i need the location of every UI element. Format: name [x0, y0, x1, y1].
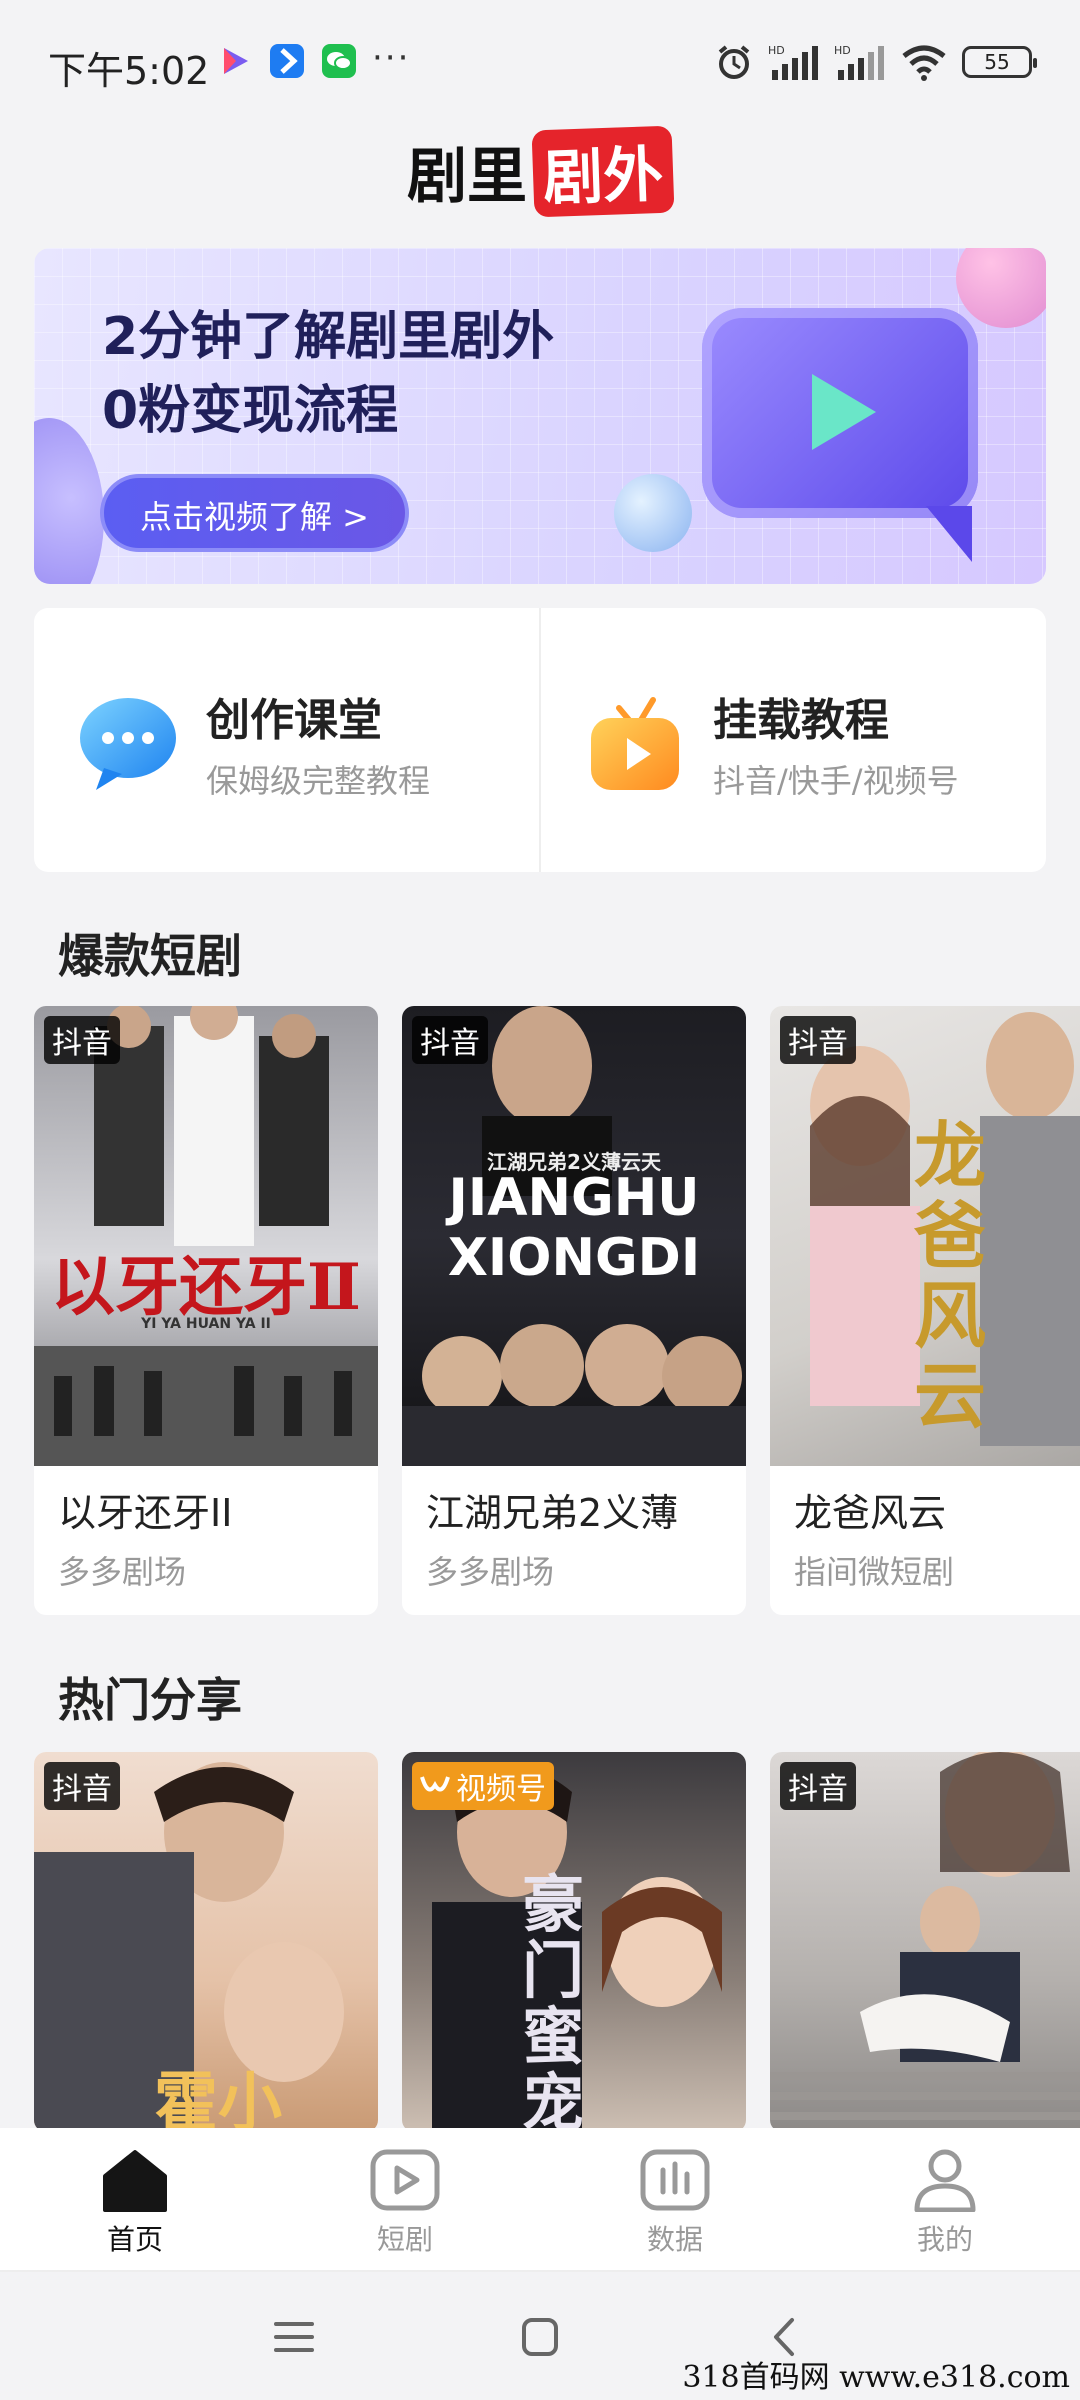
promo-banner[interactable]: 2分钟了解剧里剧外 0粉变现流程 点击视频了解 >	[34, 248, 1046, 584]
section-title-hot-shares: 热门分享	[58, 1673, 242, 1727]
watermark: 318首码网 www.e318.com	[682, 2360, 1070, 2395]
home-button-icon[interactable]	[510, 2312, 570, 2362]
maps-app-icon	[270, 44, 304, 78]
bottom-navigation: 首页 短剧 数据 我的	[0, 2128, 1080, 2272]
nav-label: 短剧	[376, 2223, 433, 2256]
nav-label: 数据	[646, 2223, 703, 2256]
status-indicators: HD HD 55	[714, 42, 1037, 82]
drama-card[interactable]: 以牙还牙Ⅱ YI YA HUAN YA II 抖音 以牙还牙II 多多剧场	[34, 1006, 378, 1615]
alarm-icon	[718, 45, 750, 79]
learn-video-button[interactable]: 点击视频了解 >	[100, 474, 409, 552]
share-poster: 霍小 抖音	[34, 1752, 378, 2132]
share-card[interactable]: 抖音	[770, 1752, 1080, 2132]
logo-part-2: 剧外	[531, 125, 675, 218]
wechat-app-icon	[322, 44, 356, 78]
menu-icon[interactable]	[264, 2312, 324, 2362]
share-poster: 豪门蜜宠 视频号	[402, 1752, 746, 2132]
share-poster: 抖音	[770, 1752, 1080, 2132]
drama-title: 龙爸风云	[794, 1491, 947, 1535]
drama-source: 多多剧场	[426, 1553, 555, 1591]
nav-home[interactable]: 首页	[0, 2128, 270, 2270]
nav-data[interactable]: 数据	[540, 2128, 810, 2270]
feature-mount-tutorial[interactable]: 挂载教程 抖音/快手/视频号	[539, 608, 1046, 872]
feature-subtitle: 保姆级完整教程	[206, 762, 431, 800]
drama-title: 江湖兄弟2义薄	[426, 1491, 679, 1535]
drama-title: 以牙还牙II	[58, 1491, 233, 1535]
poster-title: JIANGHU XIONGDI	[447, 1168, 701, 1288]
platform-tag: 抖音	[412, 1016, 488, 1064]
hot-shares-row: 霍小 抖音 豪门蜜宠 视频号 抖音	[34, 1752, 1080, 2132]
banner-title-line-1: 2分钟了解剧里剧外	[102, 307, 555, 367]
hd-label-2: HD	[834, 44, 851, 57]
poster-subtitle: YI YA HUAN YA II	[141, 1316, 271, 1332]
drama-source: 指间微短剧	[794, 1553, 955, 1591]
poster-title: 霍小	[154, 2067, 282, 2132]
poster-title: 豪门蜜宠	[522, 1868, 585, 2133]
wifi-icon	[902, 45, 946, 81]
play-icon	[370, 2149, 440, 2211]
logo-part-1: 剧里	[407, 142, 527, 212]
chat-bubble-icon	[80, 698, 176, 790]
channels-icon	[420, 1776, 450, 1792]
tv-play-icon	[591, 697, 679, 790]
status-app-icons	[218, 44, 356, 78]
more-notifications-icon: ···	[372, 38, 411, 78]
chart-icon	[640, 2149, 710, 2211]
signal-icon-1: HD	[768, 44, 818, 80]
platform-tag: 抖音	[44, 1016, 120, 1064]
poster-title: 龙爸风云	[913, 1113, 986, 1438]
platform-tag: 抖音	[44, 1762, 120, 1810]
feature-cards: 创作课堂 保姆级完整教程 挂载教程 抖音/快手/视频号	[34, 608, 1046, 872]
feature-subtitle: 抖音/快手/视频号	[713, 762, 959, 800]
video-bubble-icon	[702, 308, 978, 562]
play-triangle-icon	[812, 374, 876, 450]
home-icon	[103, 2150, 167, 2212]
status-time: 下午5:02	[48, 49, 210, 93]
banner-title-line-2: 0粉变现流程	[102, 381, 399, 441]
media-app-icon	[218, 44, 252, 78]
platform-tag: 抖音	[780, 1762, 856, 1810]
feature-title: 挂载教程	[713, 695, 889, 746]
decor-ball	[614, 474, 692, 552]
drama-card[interactable]: JIANGHU XIONGDI 江湖兄弟2义薄云天 抖音 江湖兄弟2义薄 多多剧…	[402, 1006, 746, 1615]
drama-poster: 以牙还牙Ⅱ YI YA HUAN YA II 抖音	[34, 1006, 378, 1466]
platform-tag: 视频号	[412, 1762, 554, 1810]
drama-poster: 龙爸风云 抖音	[770, 1006, 1080, 1466]
hot-dramas-row: 以牙还牙Ⅱ YI YA HUAN YA II 抖音 以牙还牙II 多多剧场 JI…	[34, 1006, 1080, 1615]
drama-source: 多多剧场	[58, 1553, 187, 1591]
status-bar: 下午5:02 ··· HD HD 55	[0, 0, 1080, 120]
drama-poster: JIANGHU XIONGDI 江湖兄弟2义薄云天 抖音	[402, 1006, 746, 1466]
nav-profile[interactable]: 我的	[810, 2128, 1080, 2270]
feature-title: 创作课堂	[206, 695, 382, 746]
poster-subtitle: 江湖兄弟2义薄云天	[487, 1150, 661, 1174]
system-navigation-bar: 318首码网 www.e318.com	[0, 2272, 1080, 2400]
battery-icon: 55	[962, 46, 1037, 78]
platform-tag: 抖音	[780, 1016, 856, 1064]
feature-creation-class[interactable]: 创作课堂 保姆级完整教程	[34, 608, 539, 872]
app-logo: 剧里 剧外	[0, 125, 1080, 218]
nav-label: 我的	[916, 2223, 973, 2256]
section-title-hot-dramas: 爆款短剧	[58, 929, 242, 983]
poster-title: 以牙还牙Ⅱ	[51, 1250, 361, 1325]
share-card[interactable]: 豪门蜜宠 视频号	[402, 1752, 746, 2132]
hd-label-1: HD	[768, 44, 785, 57]
nav-label: 首页	[106, 2223, 163, 2256]
banner-title: 2分钟了解剧里剧外 0粉变现流程	[102, 300, 662, 448]
drama-card[interactable]: 龙爸风云 抖音 龙爸风云 指间微短剧	[770, 1006, 1080, 1615]
user-icon	[914, 2149, 976, 2212]
share-card[interactable]: 霍小 抖音	[34, 1752, 378, 2132]
platform-tag-label: 视频号	[456, 1772, 546, 1807]
signal-icon-2: HD	[834, 44, 884, 80]
nav-dramas[interactable]: 短剧	[270, 2128, 540, 2270]
